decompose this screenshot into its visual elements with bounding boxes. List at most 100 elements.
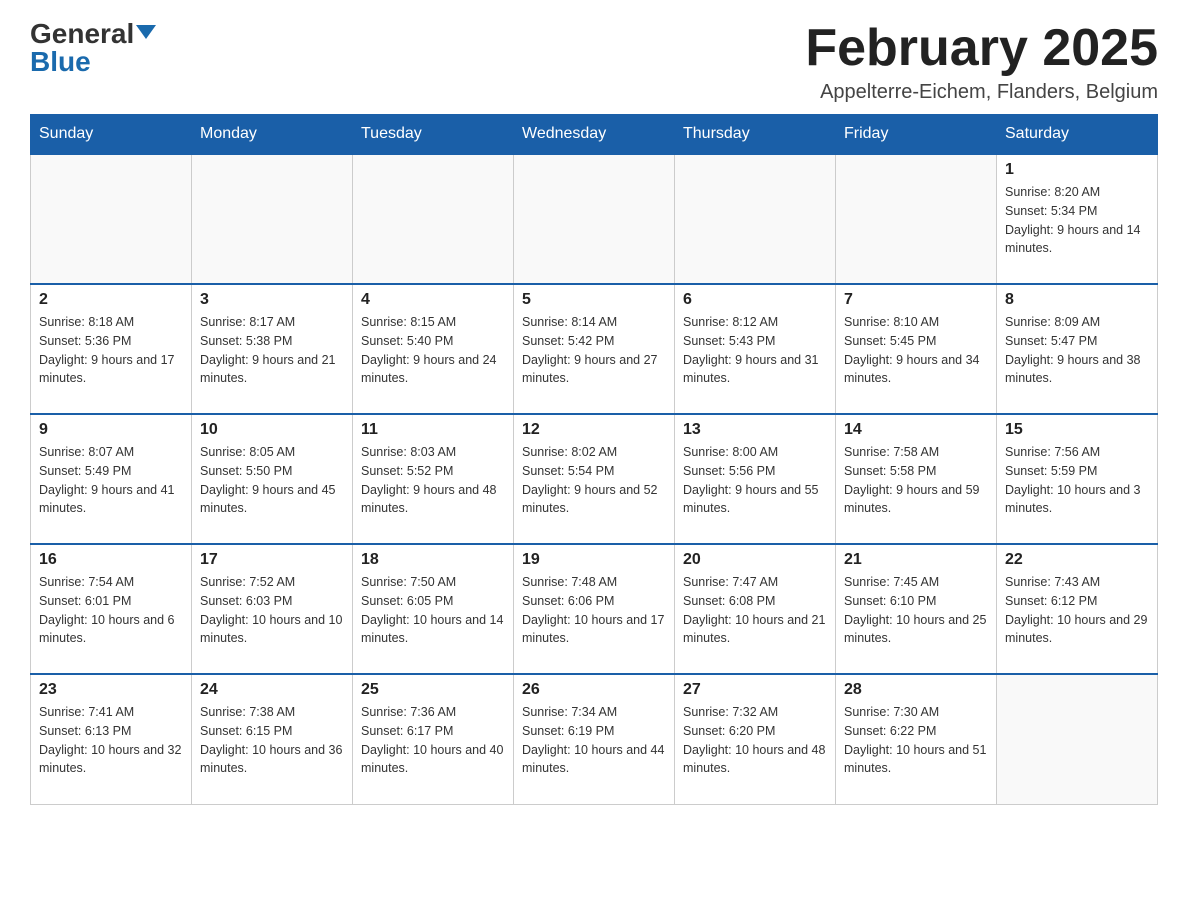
day-info: Sunrise: 7:48 AMSunset: 6:06 PMDaylight:… bbox=[522, 573, 666, 648]
calendar-cell bbox=[31, 154, 192, 284]
day-info: Sunrise: 7:36 AMSunset: 6:17 PMDaylight:… bbox=[361, 703, 505, 778]
day-info: Sunrise: 7:56 AMSunset: 5:59 PMDaylight:… bbox=[1005, 443, 1149, 518]
calendar-header-wednesday: Wednesday bbox=[514, 115, 675, 155]
day-info: Sunrise: 8:18 AMSunset: 5:36 PMDaylight:… bbox=[39, 313, 183, 388]
month-title: February 2025 bbox=[805, 20, 1158, 77]
calendar-cell: 16 Sunrise: 7:54 AMSunset: 6:01 PMDayligh… bbox=[31, 544, 192, 674]
calendar-cell: 14Sunrise: 7:58 AMSunset: 5:58 PMDayligh… bbox=[836, 414, 997, 544]
day-info: Sunrise: 7:34 AMSunset: 6:19 PMDaylight:… bbox=[522, 703, 666, 778]
day-info: Sunrise: 7:43 AMSunset: 6:12 PMDaylight:… bbox=[1005, 573, 1149, 648]
day-number: 7 bbox=[844, 291, 988, 309]
day-info: Sunrise: 7:54 AMSunset: 6:01 PMDaylight:… bbox=[39, 573, 183, 648]
day-number: 3 bbox=[200, 291, 344, 309]
location-subtitle: Appelterre-Eichem, Flanders, Belgium bbox=[805, 81, 1158, 104]
day-info: Sunrise: 7:30 AMSunset: 6:22 PMDaylight:… bbox=[844, 703, 988, 778]
calendar-cell: 18 Sunrise: 7:50 AMSunset: 6:05 PMDayligh… bbox=[353, 544, 514, 674]
day-info: Sunrise: 8:00 AMSunset: 5:56 PMDaylight:… bbox=[683, 443, 827, 518]
day-info: Sunrise: 8:02 AMSunset: 5:54 PMDaylight:… bbox=[522, 443, 666, 518]
day-number: 15 bbox=[1005, 421, 1149, 439]
day-info: Sunrise: 8:03 AMSunset: 5:52 PMDaylight:… bbox=[361, 443, 505, 518]
day-number: 18 bbox=[361, 551, 505, 569]
day-info: Sunrise: 8:20 AMSunset: 5:34 PMDaylight:… bbox=[1005, 183, 1149, 258]
calendar-header-sunday: Sunday bbox=[31, 115, 192, 155]
calendar-header-saturday: Saturday bbox=[997, 115, 1158, 155]
calendar-cell: 27 Sunrise: 7:32 AMSunset: 6:20 PMDayligh… bbox=[675, 674, 836, 804]
calendar-header-thursday: Thursday bbox=[675, 115, 836, 155]
day-number: 4 bbox=[361, 291, 505, 309]
day-number: 22 bbox=[1005, 551, 1149, 569]
day-number: 26 bbox=[522, 681, 666, 699]
day-number: 23 bbox=[39, 681, 183, 699]
day-info: Sunrise: 8:14 AMSunset: 5:42 PMDaylight:… bbox=[522, 313, 666, 388]
calendar-cell: 24 Sunrise: 7:38 AMSunset: 6:15 PMDayligh… bbox=[192, 674, 353, 804]
calendar-cell: 13 Sunrise: 8:00 AMSunset: 5:56 PMDayligh… bbox=[675, 414, 836, 544]
day-number: 1 bbox=[1005, 161, 1149, 179]
day-info: Sunrise: 8:09 AMSunset: 5:47 PMDaylight:… bbox=[1005, 313, 1149, 388]
day-info: Sunrise: 7:52 AMSunset: 6:03 PMDaylight:… bbox=[200, 573, 344, 648]
calendar-cell: 6 Sunrise: 8:12 AMSunset: 5:43 PMDaylight… bbox=[675, 284, 836, 414]
day-info: Sunrise: 7:45 AMSunset: 6:10 PMDaylight:… bbox=[844, 573, 988, 648]
day-number: 17 bbox=[200, 551, 344, 569]
calendar-cell: 3 Sunrise: 8:17 AMSunset: 5:38 PMDaylight… bbox=[192, 284, 353, 414]
day-number: 13 bbox=[683, 421, 827, 439]
day-info: Sunrise: 7:50 AMSunset: 6:05 PMDaylight:… bbox=[361, 573, 505, 648]
calendar-cell: 4 Sunrise: 8:15 AMSunset: 5:40 PMDaylight… bbox=[353, 284, 514, 414]
calendar-week-row: 16 Sunrise: 7:54 AMSunset: 6:01 PMDayligh… bbox=[31, 544, 1158, 674]
day-info: Sunrise: 8:07 AMSunset: 5:49 PMDaylight:… bbox=[39, 443, 183, 518]
calendar-cell bbox=[192, 154, 353, 284]
day-info: Sunrise: 8:12 AMSunset: 5:43 PMDaylight:… bbox=[683, 313, 827, 388]
calendar-cell: 10Sunrise: 8:05 AMSunset: 5:50 PMDayligh… bbox=[192, 414, 353, 544]
calendar-week-row: 2Sunrise: 8:18 AMSunset: 5:36 PMDaylight… bbox=[31, 284, 1158, 414]
calendar-cell bbox=[353, 154, 514, 284]
day-info: Sunrise: 7:41 AMSunset: 6:13 PMDaylight:… bbox=[39, 703, 183, 778]
calendar-cell: 22 Sunrise: 7:43 AMSunset: 6:12 PMDayligh… bbox=[997, 544, 1158, 674]
day-number: 20 bbox=[683, 551, 827, 569]
calendar-week-row: 9Sunrise: 8:07 AMSunset: 5:49 PMDaylight… bbox=[31, 414, 1158, 544]
day-info: Sunrise: 7:38 AMSunset: 6:15 PMDaylight:… bbox=[200, 703, 344, 778]
logo-general-text: General bbox=[30, 20, 134, 48]
calendar-header-tuesday: Tuesday bbox=[353, 115, 514, 155]
day-number: 16 bbox=[39, 551, 183, 569]
day-info: Sunrise: 7:58 AMSunset: 5:58 PMDaylight:… bbox=[844, 443, 988, 518]
calendar-cell: 20 Sunrise: 7:47 AMSunset: 6:08 PMDayligh… bbox=[675, 544, 836, 674]
calendar-header-friday: Friday bbox=[836, 115, 997, 155]
day-number: 11 bbox=[361, 421, 505, 439]
page-header: General Blue February 2025 Appelterre-Ei… bbox=[30, 20, 1158, 104]
day-info: Sunrise: 7:47 AMSunset: 6:08 PMDaylight:… bbox=[683, 573, 827, 648]
calendar-cell: 9Sunrise: 8:07 AMSunset: 5:49 PMDaylight… bbox=[31, 414, 192, 544]
calendar-cell: 7 Sunrise: 8:10 AMSunset: 5:45 PMDaylight… bbox=[836, 284, 997, 414]
calendar-cell: 12Sunrise: 8:02 AMSunset: 5:54 PMDayligh… bbox=[514, 414, 675, 544]
calendar-cell: 1 Sunrise: 8:20 AMSunset: 5:34 PMDaylight… bbox=[997, 154, 1158, 284]
day-number: 8 bbox=[1005, 291, 1149, 309]
calendar-cell bbox=[836, 154, 997, 284]
title-section: February 2025 Appelterre-Eichem, Flander… bbox=[805, 20, 1158, 104]
calendar-cell: 26 Sunrise: 7:34 AMSunset: 6:19 PMDayligh… bbox=[514, 674, 675, 804]
day-info: Sunrise: 8:10 AMSunset: 5:45 PMDaylight:… bbox=[844, 313, 988, 388]
calendar-week-row: 23 Sunrise: 7:41 AMSunset: 6:13 PMDayligh… bbox=[31, 674, 1158, 804]
day-number: 27 bbox=[683, 681, 827, 699]
calendar-week-row: 1 Sunrise: 8:20 AMSunset: 5:34 PMDaylight… bbox=[31, 154, 1158, 284]
day-info: Sunrise: 8:17 AMSunset: 5:38 PMDaylight:… bbox=[200, 313, 344, 388]
calendar-cell bbox=[675, 154, 836, 284]
day-number: 25 bbox=[361, 681, 505, 699]
day-info: Sunrise: 7:32 AMSunset: 6:20 PMDaylight:… bbox=[683, 703, 827, 778]
calendar-cell: 5Sunrise: 8:14 AMSunset: 5:42 PMDaylight… bbox=[514, 284, 675, 414]
calendar-cell bbox=[514, 154, 675, 284]
calendar-cell: 25 Sunrise: 7:36 AMSunset: 6:17 PMDayligh… bbox=[353, 674, 514, 804]
calendar-cell: 11 Sunrise: 8:03 AMSunset: 5:52 PMDayligh… bbox=[353, 414, 514, 544]
day-number: 10 bbox=[200, 421, 344, 439]
calendar-cell: 23 Sunrise: 7:41 AMSunset: 6:13 PMDayligh… bbox=[31, 674, 192, 804]
calendar-cell: 2Sunrise: 8:18 AMSunset: 5:36 PMDaylight… bbox=[31, 284, 192, 414]
calendar-cell: 21 Sunrise: 7:45 AMSunset: 6:10 PMDayligh… bbox=[836, 544, 997, 674]
day-number: 28 bbox=[844, 681, 988, 699]
day-number: 6 bbox=[683, 291, 827, 309]
calendar-cell: 15 Sunrise: 7:56 AMSunset: 5:59 PMDayligh… bbox=[997, 414, 1158, 544]
calendar-header-row: SundayMondayTuesdayWednesdayThursdayFrid… bbox=[31, 115, 1158, 155]
day-number: 24 bbox=[200, 681, 344, 699]
day-info: Sunrise: 8:15 AMSunset: 5:40 PMDaylight:… bbox=[361, 313, 505, 388]
day-number: 21 bbox=[844, 551, 988, 569]
logo-triangle-icon bbox=[136, 25, 156, 39]
day-number: 19 bbox=[522, 551, 666, 569]
logo: General Blue bbox=[30, 20, 156, 76]
calendar-cell: 8 Sunrise: 8:09 AMSunset: 5:47 PMDaylight… bbox=[997, 284, 1158, 414]
